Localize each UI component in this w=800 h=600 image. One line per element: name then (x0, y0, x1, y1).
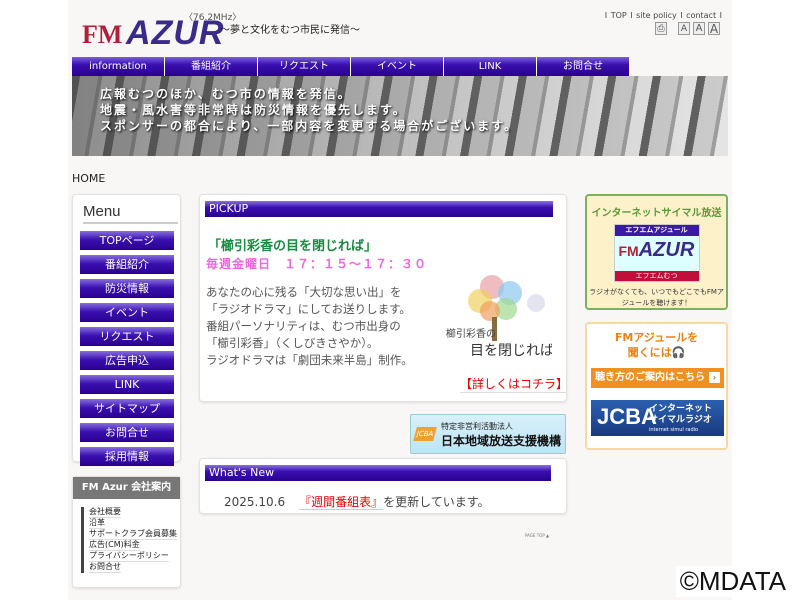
simul-logo[interactable]: エフエムアジュール FMAZUR エフエムむつ (613, 224, 700, 282)
corp-link[interactable]: 会社概要 (89, 507, 121, 518)
nav-information[interactable]: information (72, 57, 165, 76)
menu-programs[interactable]: 番組紹介 (80, 255, 174, 274)
site-policy-link[interactable]: site policy (636, 11, 677, 20)
pickup-title: 「櫛引彩香の目を閉じれば」 (208, 239, 378, 254)
simul-desc: ラジオがなくても、いつでもどこでもFMアジュールを聴けます！ (589, 288, 724, 307)
news-item: 2025.10.6 『週間番組表』を更新しています。 (224, 495, 490, 510)
menu-ads[interactable]: 広告申込 (80, 351, 174, 370)
pickup-heading: PICKUP (205, 201, 553, 217)
menu-contact[interactable]: お問合せ (80, 423, 174, 442)
banner-line: スポンサーの都合により、一部内容を変更する場合がございます。 (100, 119, 519, 133)
arrow-right-icon: › (709, 372, 720, 383)
pickup-section: PICKUP 「櫛引彩香の目を閉じれば」 毎週金曜日 １７：１５〜１７：３０ あ… (199, 194, 568, 402)
tagline: ～夢と文化をむつ市民に発信～ (220, 25, 360, 36)
corp-link[interactable]: お問合せ (89, 562, 121, 573)
banner-line: 広報むつのほか、むつ市の情報を発信。 (100, 87, 352, 101)
pickup-time: 毎週金曜日 １７：１５〜１７：３０ (206, 257, 428, 271)
svg-text:櫛引彩香の: 櫛引彩香の (446, 327, 496, 340)
jcba-org-banner[interactable]: JCBA 特定非営利活動法人 日本地域放送支援機構 (410, 414, 566, 454)
nav-link[interactable]: LINK (444, 57, 537, 76)
top-link[interactable]: TOP (611, 11, 627, 20)
whats-new-section: What's New 2025.10.6 『週間番組表』を更新しています。 (199, 458, 567, 514)
breadcrumb[interactable]: HOME (72, 172, 105, 185)
listen-guide-button[interactable]: 聴き方のご案内はこちら › (591, 368, 724, 388)
nav-event[interactable]: イベント (351, 57, 444, 76)
top-links: I TOP I site policy I contact I (604, 11, 722, 20)
company-info: FM Azur 会社案内 会社概要 沿革 サポートクラブ会員募集 広告(CM)料… (72, 476, 181, 588)
jcba-org-icon: JCBA (413, 427, 437, 441)
menu-event[interactable]: イベント (80, 303, 174, 322)
menu-top[interactable]: TOPページ (80, 231, 174, 250)
news-heading: What's New (205, 465, 551, 481)
corp-link[interactable]: サポートクラブ会員募集 (89, 529, 177, 540)
simul-heading: インターネットサイマル放送 (591, 208, 722, 219)
menu-title: Menu (83, 203, 178, 224)
corp-link[interactable]: 沿革 (89, 518, 105, 529)
banner-line: 地震・風水害等非常時は防災情報を優先します。 (100, 103, 407, 117)
svg-text:目を閉じれば: 目を閉じれば (470, 343, 552, 359)
page-top-link[interactable]: PAGE TOP ▲ (525, 533, 549, 538)
menu-request[interactable]: リクエスト (80, 327, 174, 346)
corp-link[interactable]: プライバシーポリシー (89, 551, 169, 562)
hero-banner: 広報むつのほか、むつ市の情報を発信。地震・風水害等非常時は防災情報を優先します。… (72, 76, 728, 156)
page: FM AZUR 〈76.2MHz〉 ～夢と文化をむつ市民に発信～ I TOP I… (68, 0, 732, 600)
schedule-link[interactable]: 『週間番組表』 (299, 495, 384, 510)
font-large-button[interactable]: A (708, 22, 720, 35)
tools: ⎙ A A A (655, 22, 720, 35)
side-menu: Menu TOPページ 番組紹介 防災情報 イベント リクエスト 広告申込 LI… (72, 194, 181, 466)
nav-request[interactable]: リクエスト (258, 57, 351, 76)
fm-azur-logo[interactable]: FM AZUR 〈76.2MHz〉 (82, 12, 241, 52)
menu-sitemap[interactable]: サイトマップ (80, 399, 174, 418)
menu-recruit[interactable]: 採用情報 (80, 447, 174, 466)
menu-link[interactable]: LINK (80, 375, 174, 394)
watermark: ©MDATA (675, 566, 790, 597)
pickup-body: あなたの心に残る「大切な思い出」を 「ラジオドラマ」にしてお送りします。 番組パーソ… (206, 285, 413, 367)
font-small-button[interactable]: A (678, 22, 690, 35)
company-info-title: FM Azur 会社案内 (73, 477, 180, 499)
simul-radio-box: インターネットサイマル放送 エフエムアジュール FMAZUR エフエムむつ ラジ… (585, 194, 728, 310)
nav-programs[interactable]: 番組紹介 (165, 57, 258, 76)
menu-disaster[interactable]: 防災情報 (80, 279, 174, 298)
font-medium-button[interactable]: A (693, 22, 705, 35)
print-icon[interactable]: ⎙ (655, 22, 667, 35)
details-link[interactable]: 【詳しくはコチラ】 (460, 375, 568, 393)
nav-contact[interactable]: お問合せ (537, 57, 630, 76)
program-image[interactable]: 櫛引彩香の 目を閉じれば (440, 267, 554, 363)
jcba-simul-banner[interactable]: JCBA インターネット サイマルラジオ internet simul radio (591, 400, 724, 436)
contact-link[interactable]: contact (686, 11, 716, 20)
main-nav: information 番組紹介 リクエスト イベント LINK お問合せ (72, 57, 630, 76)
listen-heading: FMアジュールを 聞くには🎧 (614, 331, 699, 359)
corp-link[interactable]: 広告(CM)料金 (89, 540, 140, 551)
listen-box: FMアジュールを 聞くには🎧 聴き方のご案内はこちら › JCBA インターネットサ… (585, 322, 728, 450)
